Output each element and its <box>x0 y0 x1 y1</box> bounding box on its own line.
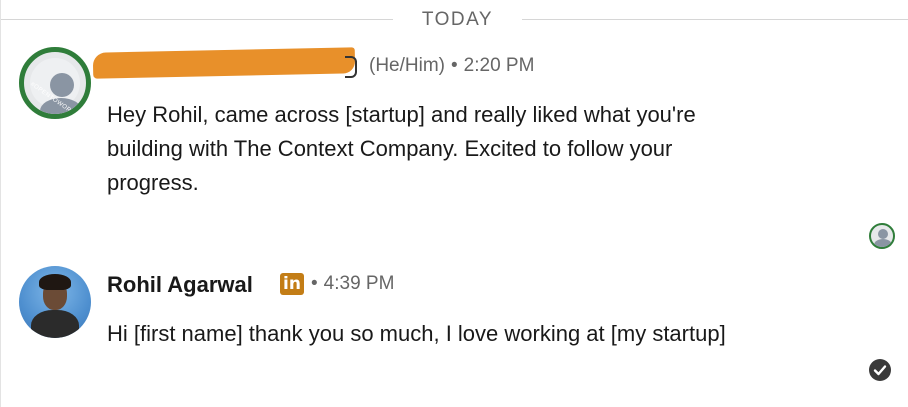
read-receipt-head <box>878 229 888 239</box>
check-mark-icon <box>873 365 887 376</box>
divider-line-right <box>522 19 908 20</box>
message-meta: • 4:39 PM <box>311 272 394 296</box>
message-body: Hey Rohil, came across [startup] and rea… <box>107 102 696 195</box>
avatar-photo-hair <box>39 274 71 290</box>
sender-name[interactable]: Rohil Agarwal <box>107 270 253 300</box>
redaction-edge <box>345 56 357 78</box>
message-meta: (He/Him) • 2:20 PM <box>369 54 534 78</box>
message-timestamp: 4:39 PM <box>323 273 395 294</box>
divider-line-left <box>1 19 393 20</box>
avatar-photo-body <box>31 310 79 338</box>
read-receipt-body <box>874 239 892 247</box>
date-divider-label: TODAY <box>421 9 494 30</box>
meta-separator: • <box>451 55 458 76</box>
check-circle-icon <box>869 359 891 381</box>
sender-avatar[interactable] <box>19 266 91 338</box>
read-receipt-avatar-icon <box>869 223 895 249</box>
sender-pronouns: (He/Him) <box>369 55 445 76</box>
meta-separator: • <box>311 273 318 294</box>
avatar-head <box>50 73 74 97</box>
date-divider: TODAY <box>1 8 908 32</box>
message-body: Hi [first name] thank you so much, I lov… <box>107 321 726 346</box>
message-timestamp: 2:20 PM <box>463 55 535 76</box>
redacted-sender-name <box>92 47 356 79</box>
linkedin-premium-badge: in <box>280 273 304 295</box>
message-thread: TODAY #OPENTOWORK (He/Him) • 2:20 PM Hey R… <box>0 0 908 407</box>
sender-avatar[interactable]: #OPENTOWORK <box>19 47 91 119</box>
